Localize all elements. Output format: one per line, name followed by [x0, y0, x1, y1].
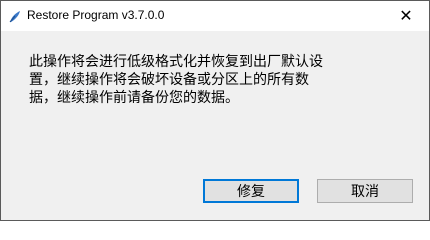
- repair-button-label: 修复: [237, 184, 265, 200]
- message-line: 此操作将会进行低级格式化并恢复到出厂默认设: [29, 54, 323, 70]
- title-bar: Restore Program v3.7.0.0 ✕: [1, 1, 429, 31]
- warning-message: 此操作将会进行低级格式化并恢复到出厂默认设 置，继续操作将会破坏设备或分区上的所…: [29, 53, 399, 107]
- window-title: Restore Program v3.7.0.0: [27, 8, 165, 22]
- cancel-button[interactable]: 取消: [317, 179, 413, 203]
- close-button[interactable]: ✕: [383, 1, 429, 31]
- message-line: 置，继续操作将会破坏设备或分区上的所有数: [29, 72, 309, 88]
- close-icon: ✕: [399, 6, 413, 25]
- dialog-window: Restore Program v3.7.0.0 ✕ 此操作将会进行低级格式化并…: [0, 0, 430, 221]
- repair-button[interactable]: 修复: [203, 179, 299, 203]
- message-line: 据，继续操作前请备份您的数据。: [29, 90, 239, 106]
- app-feather-icon: [8, 9, 22, 23]
- cancel-button-label: 取消: [351, 184, 379, 200]
